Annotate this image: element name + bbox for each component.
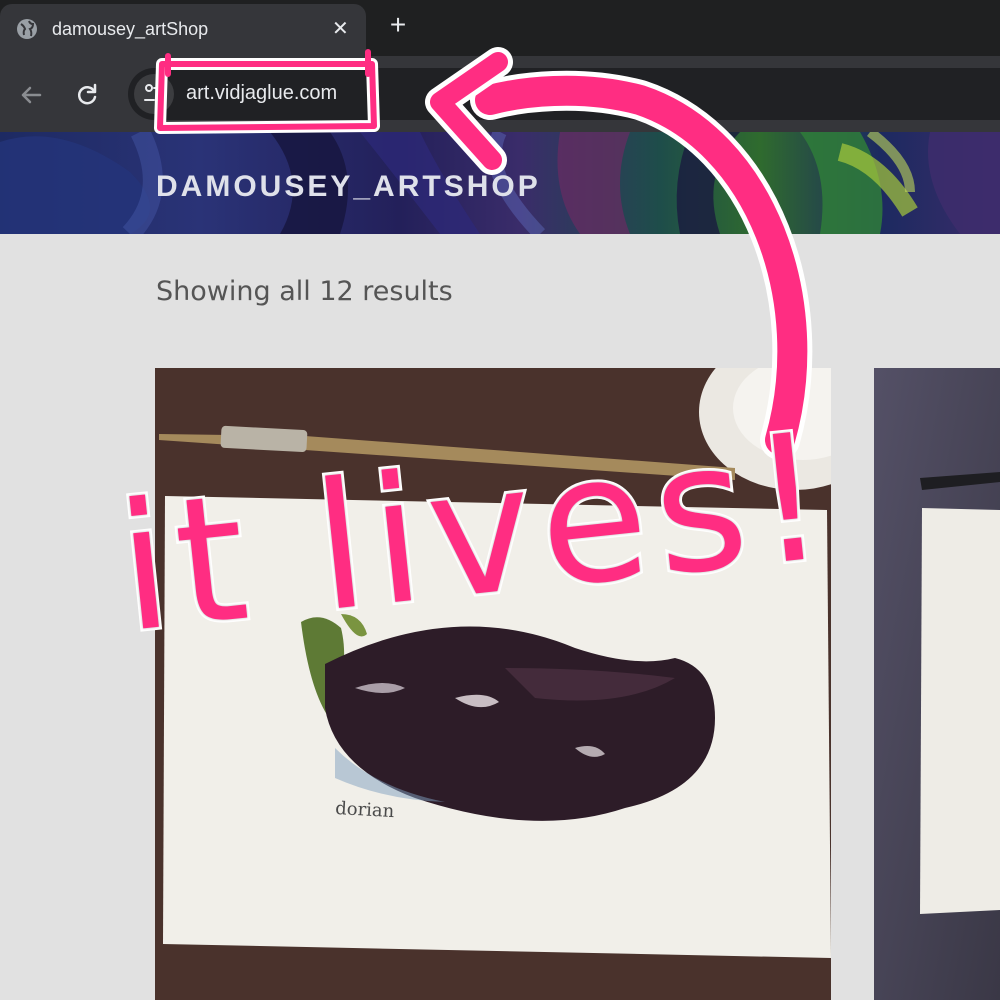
reload-icon[interactable] — [72, 80, 102, 110]
painting-signature: dorian — [335, 798, 395, 822]
tune-icon — [144, 84, 164, 104]
url-text[interactable]: art.vidjaglue.com — [186, 82, 337, 105]
tab-title: damousey_artShop — [52, 19, 209, 39]
browser-toolbar: art.vidjaglue.com — [0, 56, 1000, 132]
results-count: Showing all 12 results — [156, 276, 453, 307]
close-tab-icon[interactable]: ✕ — [332, 18, 349, 40]
browser-tab[interactable]: damousey_artShop ✕ — [0, 4, 366, 56]
site-title-link[interactable]: DAMOUSEY_ARTSHOP — [156, 170, 541, 204]
product-card-second[interactable] — [874, 368, 1000, 1000]
address-bar[interactable]: art.vidjaglue.com — [128, 68, 1000, 120]
watercolor-paper-image — [874, 368, 1000, 1000]
globe-icon — [17, 19, 37, 39]
tab-strip: damousey_artShop ✕ + — [0, 0, 1000, 56]
site-info-button[interactable] — [134, 74, 174, 114]
back-arrow-icon[interactable] — [16, 80, 46, 110]
new-tab-button[interactable]: + — [384, 10, 412, 40]
